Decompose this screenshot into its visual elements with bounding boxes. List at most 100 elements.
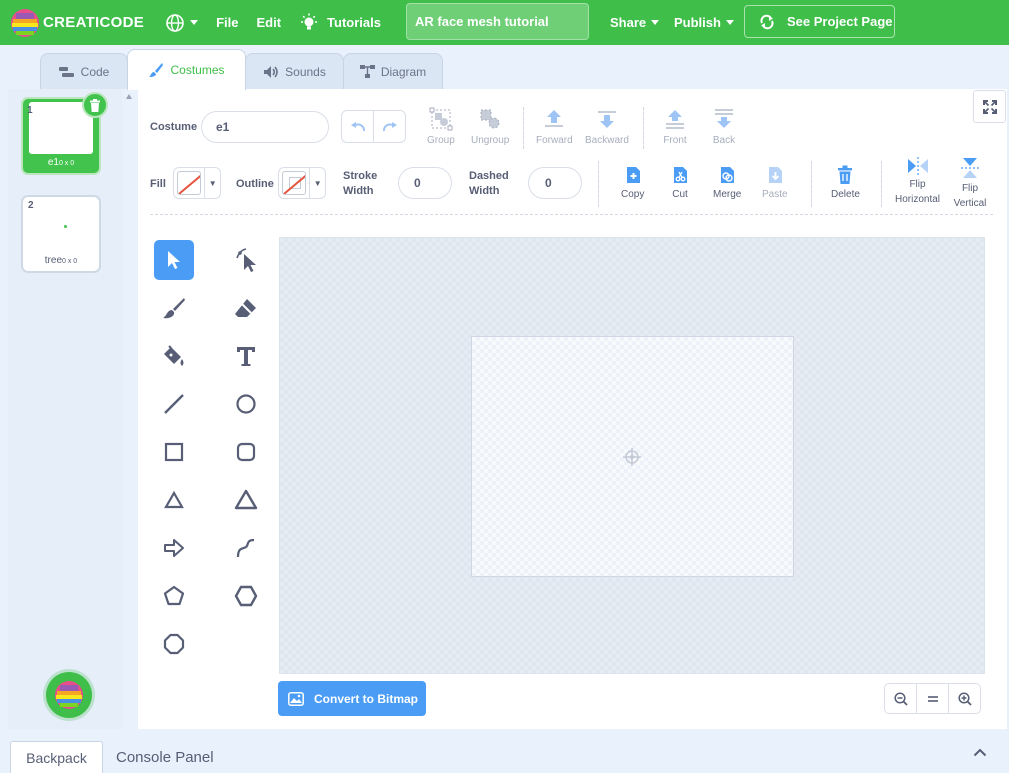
rectangle-tool[interactable] <box>154 432 194 472</box>
octagon-icon <box>163 633 185 655</box>
console-panel-tab[interactable]: Console Panel <box>116 749 214 766</box>
paste-button[interactable]: Paste <box>762 165 788 202</box>
pentagon-tool[interactable] <box>154 576 194 616</box>
share-label: Share <box>610 15 647 30</box>
text-tool[interactable] <box>226 336 266 376</box>
delete-button[interactable]: Delete <box>831 165 860 202</box>
merge-button[interactable]: Merge <box>713 165 741 202</box>
chevron-down-icon <box>651 20 660 25</box>
backward-button[interactable]: Backward <box>585 107 629 148</box>
crosshair-icon <box>623 448 641 466</box>
ungroup-label: Ungroup <box>471 135 510 146</box>
circle-tool[interactable] <box>226 384 266 424</box>
redo-icon <box>382 121 397 131</box>
group-button[interactable]: Group <box>427 107 455 148</box>
curve-tool[interactable] <box>226 528 266 568</box>
hexagon-tool[interactable] <box>226 576 266 616</box>
forward-label: Forward <box>536 135 573 146</box>
select-tool[interactable] <box>154 240 194 280</box>
fill-color-picker[interactable]: ▼ <box>173 167 221 199</box>
language-menu[interactable] <box>156 0 207 45</box>
ungroup-button[interactable]: Ungroup <box>471 107 509 148</box>
tab-diagram[interactable]: Diagram <box>343 53 443 89</box>
publish-menu[interactable]: Publish <box>665 0 743 45</box>
backpack-tab[interactable]: Backpack <box>10 741 103 773</box>
reshape-tool[interactable] <box>226 240 266 280</box>
back-button[interactable]: Back <box>712 107 736 148</box>
brand-logo[interactable]: CREATICODE <box>10 0 144 45</box>
rounded-square-icon <box>236 442 256 462</box>
flip-vertical-icon <box>961 158 979 178</box>
fill-tool[interactable] <box>154 336 194 376</box>
code-blocks-icon <box>58 66 74 77</box>
copy-icon <box>626 167 640 183</box>
costume-list-scrollbar[interactable] <box>122 89 136 729</box>
line-tool[interactable] <box>154 384 194 424</box>
scroll-up-icon[interactable] <box>126 94 132 99</box>
delete-costume-button[interactable] <box>82 92 108 118</box>
group-icon <box>429 107 453 131</box>
backward-icon <box>597 111 616 128</box>
outline-label: Outline <box>236 178 274 190</box>
undo-redo-group <box>341 110 406 143</box>
eraser-icon <box>235 299 256 317</box>
rounded-rectangle-tool[interactable] <box>226 432 266 472</box>
forward-button[interactable]: Forward <box>536 107 573 148</box>
costume-name-input[interactable]: e1 <box>201 111 329 143</box>
zoom-reset-button[interactable] <box>917 684 949 713</box>
add-costume-button[interactable] <box>46 672 92 718</box>
triangle-tool[interactable] <box>154 480 194 520</box>
zoom-controls <box>884 683 981 714</box>
edit-menu[interactable]: Edit <box>247 0 290 45</box>
stroke-width-input[interactable]: 0 <box>398 167 452 199</box>
share-menu[interactable]: Share <box>601 0 668 45</box>
costume-name-label: Costume <box>150 121 198 133</box>
text-icon <box>237 347 255 366</box>
zoom-out-button[interactable] <box>885 684 917 713</box>
costume-stage-area[interactable] <box>471 336 794 577</box>
see-project-page-button[interactable]: See Project Page <box>744 5 895 38</box>
file-menu[interactable]: File <box>207 0 247 45</box>
brush-tool[interactable] <box>154 288 194 328</box>
fill-label: Fill <box>150 178 166 190</box>
octagon-tool[interactable] <box>154 624 194 664</box>
dashed-width-input[interactable]: 0 <box>528 167 582 199</box>
equals-icon <box>927 695 938 702</box>
tab-code-label: Code <box>80 64 110 79</box>
merge-label: Merge <box>713 189 742 200</box>
chevron-down-icon: ▼ <box>204 168 220 198</box>
delete-label: Delete <box>831 189 860 200</box>
bring-to-front-icon <box>666 110 684 129</box>
drawing-canvas[interactable] <box>279 237 985 674</box>
tab-costumes[interactable]: Costumes <box>127 49 246 90</box>
creaticode-logo-icon <box>55 681 83 709</box>
circle-icon <box>236 394 256 414</box>
lightbulb-icon <box>301 13 318 29</box>
paintbrush-icon <box>163 298 185 319</box>
costume-list-panel <box>0 89 138 729</box>
outline-color-picker[interactable]: ▼ <box>278 167 326 199</box>
redo-button[interactable] <box>374 111 405 142</box>
front-button[interactable]: Front <box>663 107 687 148</box>
tutorials-menu[interactable]: Tutorials <box>290 0 390 45</box>
zoom-in-button[interactable] <box>949 684 980 713</box>
undo-button[interactable] <box>342 111 374 142</box>
convert-to-bitmap-button[interactable]: Convert to Bitmap <box>278 681 426 716</box>
flip-horizontal-button[interactable]: Flip Horizontal <box>895 157 940 207</box>
costume-item-tree[interactable]: 2 tree0 x 0 <box>21 195 101 273</box>
copy-button[interactable]: Copy <box>621 165 644 202</box>
cut-button[interactable]: Cut <box>671 165 689 202</box>
flip-vertical-button[interactable]: Flip Vertical <box>952 157 988 211</box>
tab-sounds[interactable]: Sounds <box>245 53 344 89</box>
group-label: Group <box>427 135 455 146</box>
fullscreen-button[interactable] <box>973 90 1006 123</box>
large-triangle-tool[interactable] <box>226 480 266 520</box>
tab-code[interactable]: Code <box>40 53 128 89</box>
arrow-shape-tool[interactable] <box>154 528 194 568</box>
toolbar-divider <box>150 214 993 215</box>
triangle-icon <box>164 490 184 509</box>
project-title-input[interactable]: AR face mesh tutorial <box>406 3 589 40</box>
costume-thumbnail <box>64 225 67 228</box>
expand-panel-button[interactable] <box>973 748 987 757</box>
eraser-tool[interactable] <box>226 288 266 328</box>
